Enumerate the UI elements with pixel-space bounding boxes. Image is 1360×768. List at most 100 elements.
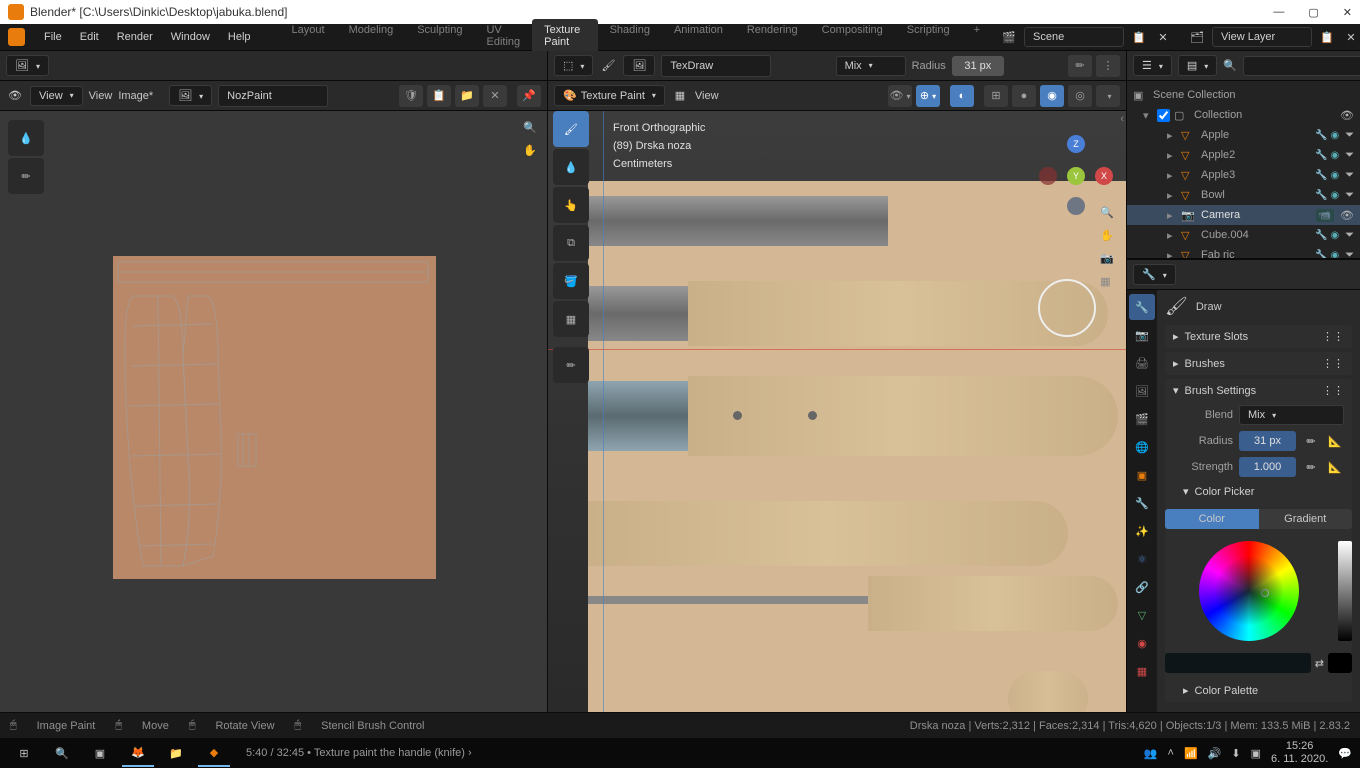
prop-tab-material[interactable]: ◉	[1129, 630, 1155, 656]
radius-input[interactable]	[952, 56, 1004, 76]
blender-logo-icon[interactable]	[8, 28, 25, 46]
gizmo-z-axis[interactable]: Z	[1067, 135, 1085, 153]
scene-collection-row[interactable]: ▣ Scene Collection	[1127, 85, 1360, 105]
menu-help[interactable]: Help	[219, 31, 260, 43]
gizmo-x-axis[interactable]: X	[1095, 167, 1113, 185]
explorer-button[interactable]: 📁	[160, 739, 192, 767]
prop-tab-scene[interactable]: 🎬	[1129, 406, 1155, 432]
image-unlink-icon[interactable]: ✕	[483, 85, 507, 107]
xray-icon[interactable]: ◐	[950, 85, 974, 107]
modifier-icon[interactable]: 🔧	[1315, 150, 1327, 161]
dropbox-icon[interactable]: ⬇	[1231, 747, 1240, 760]
secondary-color-swatch[interactable]	[1328, 653, 1352, 673]
material-icon[interactable]: ◉	[1330, 250, 1339, 261]
material-icon[interactable]: ◉	[1330, 170, 1339, 181]
color-wheel[interactable]	[1199, 541, 1299, 641]
tree-row[interactable]: ▸▽Bowl🔧◉⏷	[1127, 185, 1360, 205]
texture-browse[interactable]: 🖼	[623, 55, 655, 76]
tab-texture-paint[interactable]: Texture Paint	[532, 19, 597, 55]
prop-tab-object[interactable]: ▣	[1129, 462, 1155, 488]
view-menu-2[interactable]: View	[89, 90, 113, 102]
collection-row[interactable]: ▾ ▢ Collection 👁	[1127, 105, 1360, 125]
prop-tab-active-tool[interactable]: 🔧	[1129, 294, 1155, 320]
tool-annotate[interactable]: ✏	[8, 158, 44, 194]
viewport-type-dropdown[interactable]: ⬚	[554, 55, 593, 76]
strength-unit-icon[interactable]: 📐	[1326, 458, 1344, 476]
zoom-viewport-icon[interactable]: 🔍	[1100, 206, 1114, 219]
perspective-toggle-icon[interactable]: ▦	[1100, 275, 1114, 288]
image-menu[interactable]: Image*	[118, 90, 153, 102]
pan-viewport-icon[interactable]: ✋	[1100, 229, 1114, 242]
visibility-icon[interactable]: ⏷	[1345, 169, 1354, 182]
tool-fill[interactable]: 🪣	[553, 263, 589, 299]
view-menu[interactable]: View	[30, 86, 83, 106]
tab-add[interactable]: +	[962, 19, 992, 55]
tree-row[interactable]: ▸▽Apple2🔧◉⏷	[1127, 145, 1360, 165]
properties-type-dropdown[interactable]: 🔧	[1133, 264, 1176, 285]
material-icon[interactable]: ◉	[1330, 130, 1339, 141]
image-browse-dropdown[interactable]: 🖼	[169, 85, 212, 106]
visibility-icon[interactable]: ⏷	[1345, 189, 1354, 202]
modifier-icon[interactable]: 🔧	[1315, 230, 1327, 241]
visibility-icon[interactable]: ⏷	[1345, 249, 1354, 261]
prop-tab-particles[interactable]: ✨	[1129, 518, 1155, 544]
maximize-button[interactable]: ▢	[1308, 6, 1318, 19]
material-icon[interactable]: ◉	[1330, 190, 1339, 201]
extras-icon[interactable]: ⋮	[1096, 55, 1120, 77]
prop-tab-render[interactable]: 📷	[1129, 322, 1155, 348]
visibility-icon[interactable]: 👁	[1340, 109, 1354, 122]
show-gizmo-icon[interactable]: 👁	[888, 85, 912, 107]
material-icon[interactable]: ◉	[1330, 230, 1339, 241]
viewlayer-new-icon[interactable]: 📋	[1318, 28, 1336, 46]
blend-mode-dropdown[interactable]: Mix	[836, 56, 906, 76]
color-palette-header[interactable]: ▸Color Palette	[1165, 679, 1352, 702]
color-picker-dot[interactable]	[1261, 589, 1269, 597]
tree-row[interactable]: ▸▽Cube.004🔧◉⏷	[1127, 225, 1360, 245]
blend-mode-select[interactable]: Mix	[1239, 405, 1344, 425]
prop-tab-texture[interactable]: ▦	[1129, 658, 1155, 684]
tree-row[interactable]: ▸▽Fab ric🔧◉⏷	[1127, 245, 1360, 260]
view-icon[interactable]: 👁	[6, 87, 24, 105]
outliner-type-dropdown[interactable]: ☰	[1133, 55, 1172, 76]
clock-time[interactable]: 15:26	[1271, 740, 1328, 753]
scene-delete-icon[interactable]: ✕	[1154, 28, 1172, 46]
tool-draw[interactable]: 🖌	[553, 111, 589, 147]
radius-pen-pressure-icon[interactable]: ✏	[1302, 432, 1320, 450]
camera-data-icon[interactable]: 📹	[1316, 209, 1334, 222]
texture-slots-header[interactable]: ▸Texture Slots⋮⋮	[1165, 325, 1352, 348]
tool-clone[interactable]: ⧉	[553, 225, 589, 261]
primary-color-swatch[interactable]	[1165, 653, 1311, 673]
modifier-icon[interactable]: 🔧	[1315, 130, 1327, 141]
outliner-display-dropdown[interactable]: ▤	[1178, 55, 1217, 76]
editor-type-dropdown[interactable]: 🖼	[6, 55, 49, 76]
collection-checkbox[interactable]	[1157, 109, 1170, 122]
color-tab-button[interactable]: Color	[1165, 509, 1259, 529]
blender-taskbar-button[interactable]: ◆	[198, 739, 230, 767]
viewlayer-delete-icon[interactable]: ✕	[1342, 28, 1360, 46]
start-button[interactable]: ⊞	[8, 739, 40, 767]
clock-date[interactable]: 6. 11. 2020.	[1271, 753, 1328, 766]
tab-uv-editing[interactable]: UV Editing	[474, 19, 532, 55]
color-picker-header[interactable]: ▾Color Picker	[1165, 480, 1352, 503]
tree-row-camera[interactable]: ▸📷Camera📹👁	[1127, 205, 1360, 225]
tray-expand-icon[interactable]: ˄	[1168, 747, 1174, 759]
radius-input-prop[interactable]	[1239, 431, 1296, 451]
viewlayer-browse-icon[interactable]: 🗂	[1188, 28, 1206, 46]
prop-tab-data[interactable]: ▽	[1129, 602, 1155, 628]
tab-animation[interactable]: Animation	[662, 19, 735, 55]
gradient-tab-button[interactable]: Gradient	[1259, 509, 1353, 529]
viewport-3d[interactable]: Front Orthographic (89) Drska noza Centi…	[548, 111, 1126, 712]
tab-shading[interactable]: Shading	[598, 19, 662, 55]
menu-render[interactable]: Render	[108, 31, 162, 43]
prop-tab-world[interactable]: 🌐	[1129, 434, 1155, 460]
navigation-gizmo[interactable]: Z Y X	[1041, 141, 1111, 211]
overlays-icon[interactable]: ⊕	[916, 85, 940, 107]
gizmo-neg-x[interactable]	[1039, 167, 1057, 185]
tool-mask[interactable]: ▦	[553, 301, 589, 337]
value-slider[interactable]	[1338, 541, 1352, 641]
tree-row[interactable]: ▸▽Apple3🔧◉⏷	[1127, 165, 1360, 185]
image-pin-icon[interactable]: 📌	[517, 85, 541, 107]
wifi-icon[interactable]: 📶	[1184, 747, 1198, 760]
mode-dropdown[interactable]: 🎨 Texture Paint	[554, 85, 665, 106]
taskview-button[interactable]: ▣	[84, 739, 116, 767]
